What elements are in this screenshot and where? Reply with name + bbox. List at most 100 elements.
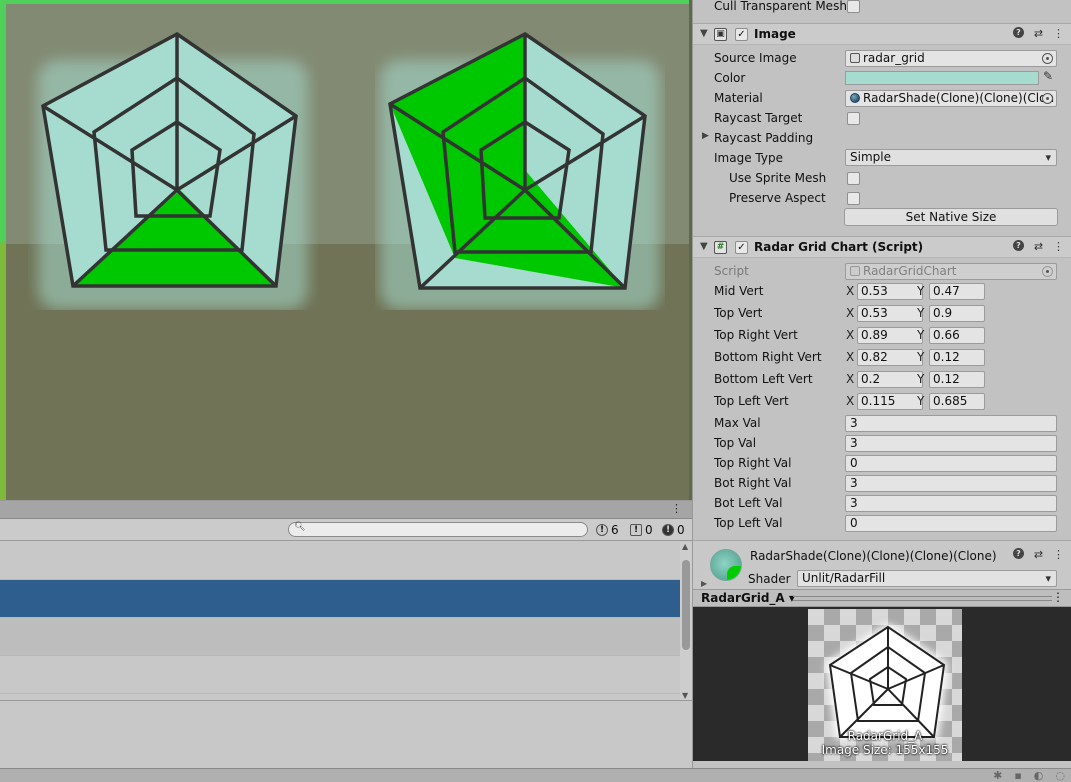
kebab-menu-icon[interactable]: ⋮ xyxy=(671,502,682,515)
console-log-list[interactable] xyxy=(0,542,680,700)
y-field[interactable]: 0.12 xyxy=(929,371,985,388)
x-label[interactable]: X xyxy=(846,328,854,342)
help-icon[interactable]: ? xyxy=(1013,27,1024,38)
x-field[interactable]: 0.2 xyxy=(857,371,923,388)
scroll-down-icon[interactable]: ▼ xyxy=(682,691,688,700)
object-picker-icon[interactable] xyxy=(1042,53,1053,64)
image-component-title: Image xyxy=(754,27,796,41)
y-field[interactable]: 0.66 xyxy=(929,327,985,344)
scene-view[interactable] xyxy=(0,0,692,500)
cull-transparent-mesh-label: Cull Transparent Mesh xyxy=(714,0,847,13)
y-field[interactable]: 0.12 xyxy=(929,349,985,366)
warning-count-toggle[interactable]: ! 0 xyxy=(630,522,653,538)
search-input[interactable]: 🔍︎ xyxy=(288,522,588,537)
shader-dropdown[interactable]: Unlit/RadarFill xyxy=(797,570,1057,587)
x-field[interactable]: 0.53 xyxy=(857,305,923,322)
list-item-selected[interactable] xyxy=(0,580,680,618)
raycast-target-checkbox[interactable] xyxy=(847,112,860,125)
error-count: 0 xyxy=(677,523,685,537)
vert-row: Mid Vert X 0.53 Y 0.47 xyxy=(693,281,1071,301)
val-field[interactable]: 3 xyxy=(845,415,1057,432)
color-swatch[interactable] xyxy=(845,71,1039,85)
y-field[interactable]: 0.9 xyxy=(929,305,985,322)
preserve-aspect-row: Preserve Aspect xyxy=(693,188,1071,208)
script-value: RadarGridChart xyxy=(863,264,957,278)
radar-grid-chart-component-header[interactable]: ▼ # ✓ Radar Grid Chart (Script) ? ⇄ ⋮ xyxy=(693,236,1071,258)
vert-label: Mid Vert xyxy=(714,284,764,298)
x-label[interactable]: X xyxy=(846,350,854,364)
radar-enabled-checkbox[interactable]: ✓ xyxy=(735,241,748,254)
y-field[interactable]: 0.685 xyxy=(929,393,985,410)
image-enabled-checkbox[interactable]: ✓ xyxy=(735,28,748,41)
foldout-arrow-icon[interactable]: ▼ xyxy=(700,241,708,252)
raycast-padding-label[interactable]: Raycast Padding xyxy=(714,131,813,145)
x-field[interactable]: 0.115 xyxy=(857,393,923,410)
collab-icon[interactable]: ◐ xyxy=(1034,769,1044,782)
preview-header[interactable]: RadarGrid_A ▾ ⋮ xyxy=(693,589,1071,607)
x-label[interactable]: X xyxy=(846,306,854,320)
val-field[interactable]: 0 xyxy=(845,515,1057,532)
y-label[interactable]: Y xyxy=(917,306,924,320)
y-label[interactable]: Y xyxy=(917,394,924,408)
help-icon[interactable]: ? xyxy=(1013,240,1024,251)
kebab-menu-icon[interactable]: ⋮ xyxy=(1053,27,1064,40)
help-icon[interactable]: ? xyxy=(1013,548,1024,559)
foldout-arrow-icon[interactable]: ▶ xyxy=(702,131,709,141)
raycast-padding-row[interactable]: ▶ Raycast Padding xyxy=(693,128,1071,148)
foldout-arrow-icon[interactable]: ▼ xyxy=(700,28,708,39)
debug-icon[interactable]: ✱ xyxy=(993,769,1002,782)
kebab-menu-icon[interactable]: ⋮ xyxy=(1053,548,1064,561)
val-field[interactable]: 3 xyxy=(845,435,1057,452)
list-item[interactable] xyxy=(0,542,680,580)
val-field[interactable]: 3 xyxy=(845,495,1057,512)
x-field[interactable]: 0.53 xyxy=(857,283,923,300)
material-header[interactable]: ▶ RadarShade(Clone)(Clone)(Clone)(Clone)… xyxy=(693,540,1071,590)
x-label[interactable]: X xyxy=(846,284,854,298)
list-item[interactable] xyxy=(0,656,680,694)
y-label[interactable]: Y xyxy=(917,350,924,364)
radar-chart-right[interactable] xyxy=(375,20,665,310)
x-field[interactable]: 0.89 xyxy=(857,327,923,344)
color-label: Color xyxy=(714,71,746,85)
y-label[interactable]: Y xyxy=(917,284,924,298)
activity-icon[interactable]: ◌ xyxy=(1055,769,1065,782)
cull-transparent-mesh-checkbox[interactable] xyxy=(847,0,860,13)
preview-title[interactable]: RadarGrid_A ▾ xyxy=(701,591,795,605)
radar-chart-left[interactable] xyxy=(28,20,318,310)
y-label[interactable]: Y xyxy=(917,372,924,386)
val-field[interactable]: 3 xyxy=(845,475,1057,492)
presets-icon[interactable]: ⇄ xyxy=(1033,27,1044,40)
foldout-arrow-icon[interactable]: ▶ xyxy=(701,579,707,588)
console-scrollbar[interactable]: ▲ ▼ xyxy=(680,542,692,700)
object-picker-icon[interactable] xyxy=(1042,93,1053,104)
use-sprite-mesh-checkbox[interactable] xyxy=(847,172,860,185)
preview-resize-grip[interactable] xyxy=(793,596,1052,601)
raycast-target-row: Raycast Target xyxy=(693,108,1071,128)
material-field[interactable]: RadarShade(Clone)(Clone)(Clon xyxy=(845,90,1057,107)
x-label[interactable]: X xyxy=(846,394,854,408)
presets-icon[interactable]: ⇄ xyxy=(1033,548,1044,561)
scrollbar-thumb[interactable] xyxy=(682,560,690,650)
x-field[interactable]: 0.82 xyxy=(857,349,923,366)
scroll-up-icon[interactable]: ▲ xyxy=(682,542,688,551)
val-field[interactable]: 0 xyxy=(845,455,1057,472)
layers-icon[interactable]: ▪ xyxy=(1014,769,1021,782)
set-native-size-button[interactable]: Set Native Size xyxy=(844,208,1058,226)
color-row: Color ✎ xyxy=(693,68,1071,88)
y-label[interactable]: Y xyxy=(917,328,924,342)
source-image-field[interactable]: radar_grid xyxy=(845,50,1057,67)
source-image-row: Source Image radar_grid xyxy=(693,48,1071,68)
kebab-menu-icon[interactable]: ⋮ xyxy=(1052,590,1064,604)
image-type-dropdown[interactable]: Simple xyxy=(845,149,1057,166)
image-component-header[interactable]: ▼ ▣ ✓ Image ? ⇄ ⋮ xyxy=(693,23,1071,45)
kebab-menu-icon[interactable]: ⋮ xyxy=(1053,240,1064,253)
preserve-aspect-checkbox[interactable] xyxy=(847,192,860,205)
presets-icon[interactable]: ⇄ xyxy=(1033,240,1044,253)
eyedropper-icon[interactable]: ✎ xyxy=(1043,69,1053,83)
x-label[interactable]: X xyxy=(846,372,854,386)
error-count-toggle[interactable]: ! 0 xyxy=(662,522,685,538)
y-field[interactable]: 0.47 xyxy=(929,283,985,300)
list-item[interactable] xyxy=(0,618,680,656)
console-tabbar: ⋮ xyxy=(0,501,692,519)
message-count-toggle[interactable]: ! 6 xyxy=(596,522,619,538)
